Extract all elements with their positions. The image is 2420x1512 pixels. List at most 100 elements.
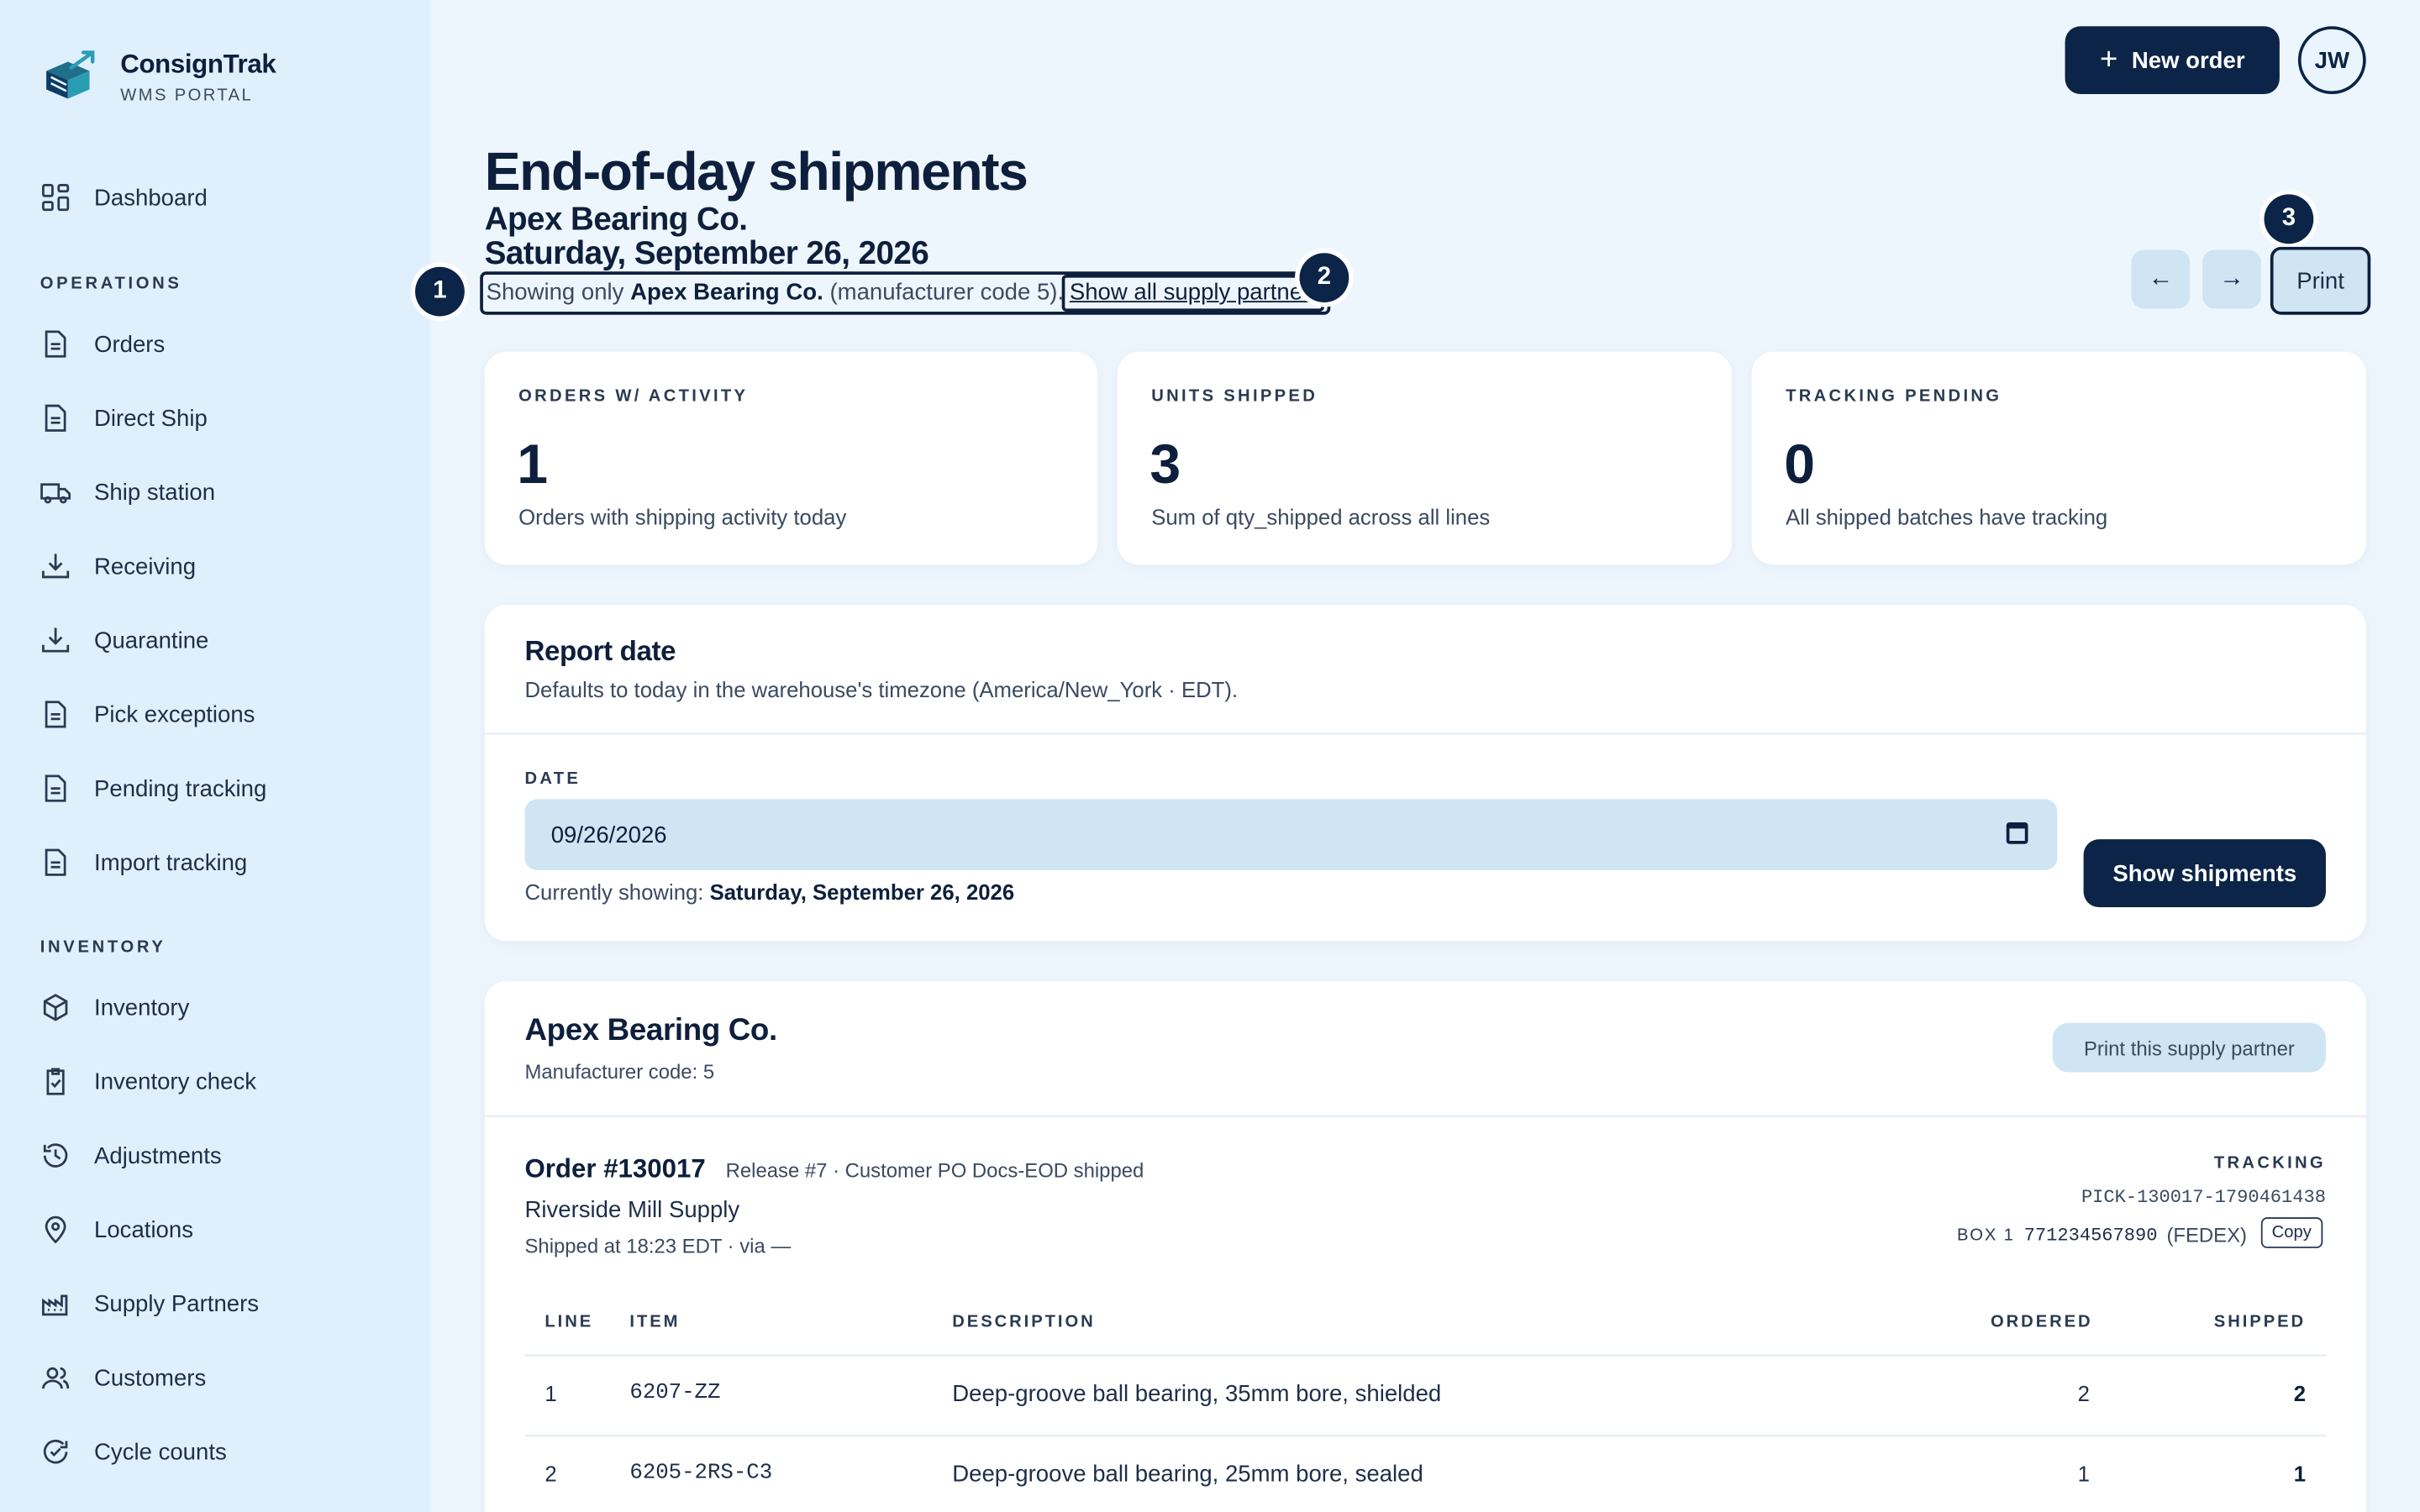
document-icon [45,404,66,432]
sidebar-item-inventory[interactable]: Inventory [40,989,190,1026]
stat-card-units: UNITS SHIPPED 3 Sum of qty_shipped acros… [1117,351,1732,565]
plus-icon: + [2099,42,2118,76]
page-title: End-of-day shipments [484,141,1028,202]
table-cell-item[interactable]: 6205-2RS-C3 [629,1461,772,1485]
date-input[interactable]: 09/26/2026 [524,799,2058,870]
sidebar-item-import-tracking[interactable]: Import tracking [40,844,247,881]
sidebar-item-label: Ship station [94,479,216,506]
brand[interactable]: ConsignTrak WMS PORTAL [40,46,276,108]
table-cell-line: 1 [544,1380,557,1406]
table-cell-description: Deep-groove ball bearing, 35mm bore, shi… [952,1380,1442,1408]
order-header: Order #130017 Release #7 · Customer PO D… [524,1154,1144,1185]
sidebar-item-customers[interactable]: Customers [40,1359,207,1396]
sidebar-item-ship-station[interactable]: Ship station [40,474,215,511]
sidebar-item-label: Pick exceptions [94,701,255,728]
table-cell-line: 2 [544,1461,557,1486]
sidebar-item-adjustments[interactable]: Adjustments [40,1137,222,1174]
order-number[interactable]: Order #130017 [524,1154,705,1185]
avatar[interactable]: JW [2297,26,2366,95]
stat-value: 3 [1150,432,1181,496]
stat-label: UNITS SHIPPED [1151,387,1318,407]
stat-label: ORDERS W/ ACTIVITY [518,387,749,407]
document-icon [45,848,66,876]
sidebar-item-direct-ship[interactable]: Direct Ship [40,400,208,437]
report-date-card: Report date Defaults to today in the war… [484,605,2366,942]
filter-partner: Apex Bearing Co. [630,279,823,306]
show-all-partners-link[interactable]: Show all supply partners [1061,274,1324,312]
divider [484,1115,2366,1117]
document-icon [45,330,66,358]
partner-section-card: Apex Bearing Co. Manufacturer code: 5 Pr… [484,981,2366,1512]
next-day-button[interactable]: → [2202,249,2261,309]
print-partner-button[interactable]: Print this supply partner [2052,1022,2326,1073]
app-name: ConsignTrak [120,49,276,79]
sidebar-item-label: Pending tracking [94,774,267,802]
stat-value: 1 [517,432,549,496]
sidebar-item-receiving[interactable]: Receiving [40,548,196,585]
column-header-item: ITEM [629,1313,681,1332]
column-header-description: DESCRIPTION [952,1313,1096,1332]
stat-description: All shipped batches have tracking [1786,504,2108,530]
table-cell-item[interactable]: 6207-ZZ [629,1381,720,1405]
inventory-heading: INVENTORY [39,937,166,957]
table-row-divider [524,1435,2326,1437]
sidebar-item-label: Locations [94,1216,193,1243]
table-cell-ordered: 1 [2077,1461,2090,1486]
sidebar-item-supply-partners[interactable]: Supply Partners [40,1285,259,1322]
stat-value: 0 [1784,432,1816,496]
stat-card-orders: ORDERS W/ ACTIVITY 1 Orders with shippin… [484,351,1097,565]
document-icon [45,774,66,802]
sidebar-item-orders[interactable]: Orders [40,326,165,363]
sidebar-item-quarantine[interactable]: Quarantine [40,622,208,659]
report-date-title: Report date [524,635,676,667]
stat-card-tracking: TRACKING PENDING 0 All shipped batches h… [1751,351,2366,565]
sidebar-item-label: Dashboard [94,184,208,211]
sidebar-item-label: Direct Ship [94,405,208,432]
previous-day-button[interactable]: ← [2131,249,2191,309]
manufacturer-code: Manufacturer code: 5 [524,1059,715,1084]
factory-icon [42,1294,68,1316]
box-icon [43,994,68,1021]
sidebar-item-dashboard[interactable]: Dashboard [40,179,208,216]
table-cell-ordered: 2 [2077,1380,2090,1406]
carrier: (FEDEX) [2166,1223,2247,1247]
column-header-line: LINE [544,1313,594,1332]
tracking-row: BOX 1 771234567890 (FEDEX) [1957,1224,2247,1247]
sidebar-item-cycle-counts[interactable]: Cycle counts [40,1433,227,1470]
sidebar-item-label: Inventory [94,994,190,1021]
table-cell-shipped: 1 [2293,1461,2307,1486]
sidebar-item-locations[interactable]: Locations [40,1211,193,1248]
sidebar-item-pending-tracking[interactable]: Pending tracking [40,770,267,807]
date-input-value: 09/26/2026 [550,822,667,848]
users-icon [42,1367,70,1389]
currently-showing-value: Saturday, September 26, 2026 [709,879,1015,905]
partner-name: Apex Bearing Co. [524,1013,777,1048]
pick-id: PICK-130017-1790461438 [2081,1186,2326,1209]
table-header-divider [524,1354,2326,1357]
tracking-label: TRACKING [2213,1153,2326,1173]
box-label: BOX 1 [1956,1226,2015,1245]
annotation-marker-1: 1 [415,266,465,317]
table-cell-description: Deep-groove ball bearing, 25mm bore, sea… [952,1461,1423,1488]
order-shipped-at: Shipped at 18:23 EDT · via — [524,1234,792,1257]
app-subtitle: WMS PORTAL [120,86,254,105]
sidebar-item-pick-exceptions[interactable]: Pick exceptions [40,696,255,732]
sidebar-item-label: Orders [94,330,166,358]
filter-prefix: Showing only [486,279,631,306]
tracking-number: 771234567890 [2023,1224,2158,1247]
sidebar-item-inventory-check[interactable]: Inventory check [40,1063,256,1100]
currently-showing: Currently showing: Saturday, September 2… [524,879,1014,904]
copy-tracking-button[interactable]: Copy [2260,1217,2323,1248]
sidebar-item-label: Customers [94,1364,207,1391]
download-icon [42,554,70,579]
new-order-button[interactable]: + New order [2065,26,2280,95]
column-header-ordered: ORDERED [1990,1313,2093,1332]
calendar-icon[interactable] [2006,822,2028,844]
page-partner-name: Apex Bearing Co. [484,202,748,238]
column-header-shipped: SHIPPED [2213,1313,2307,1332]
sidebar-item-label: Import tracking [94,849,248,876]
order-customer: Riverside Mill Supply [524,1197,740,1224]
table-cell-shipped: 2 [2293,1380,2307,1406]
print-button[interactable]: Print [2270,246,2371,315]
show-shipments-button[interactable]: Show shipments [2083,839,2326,908]
